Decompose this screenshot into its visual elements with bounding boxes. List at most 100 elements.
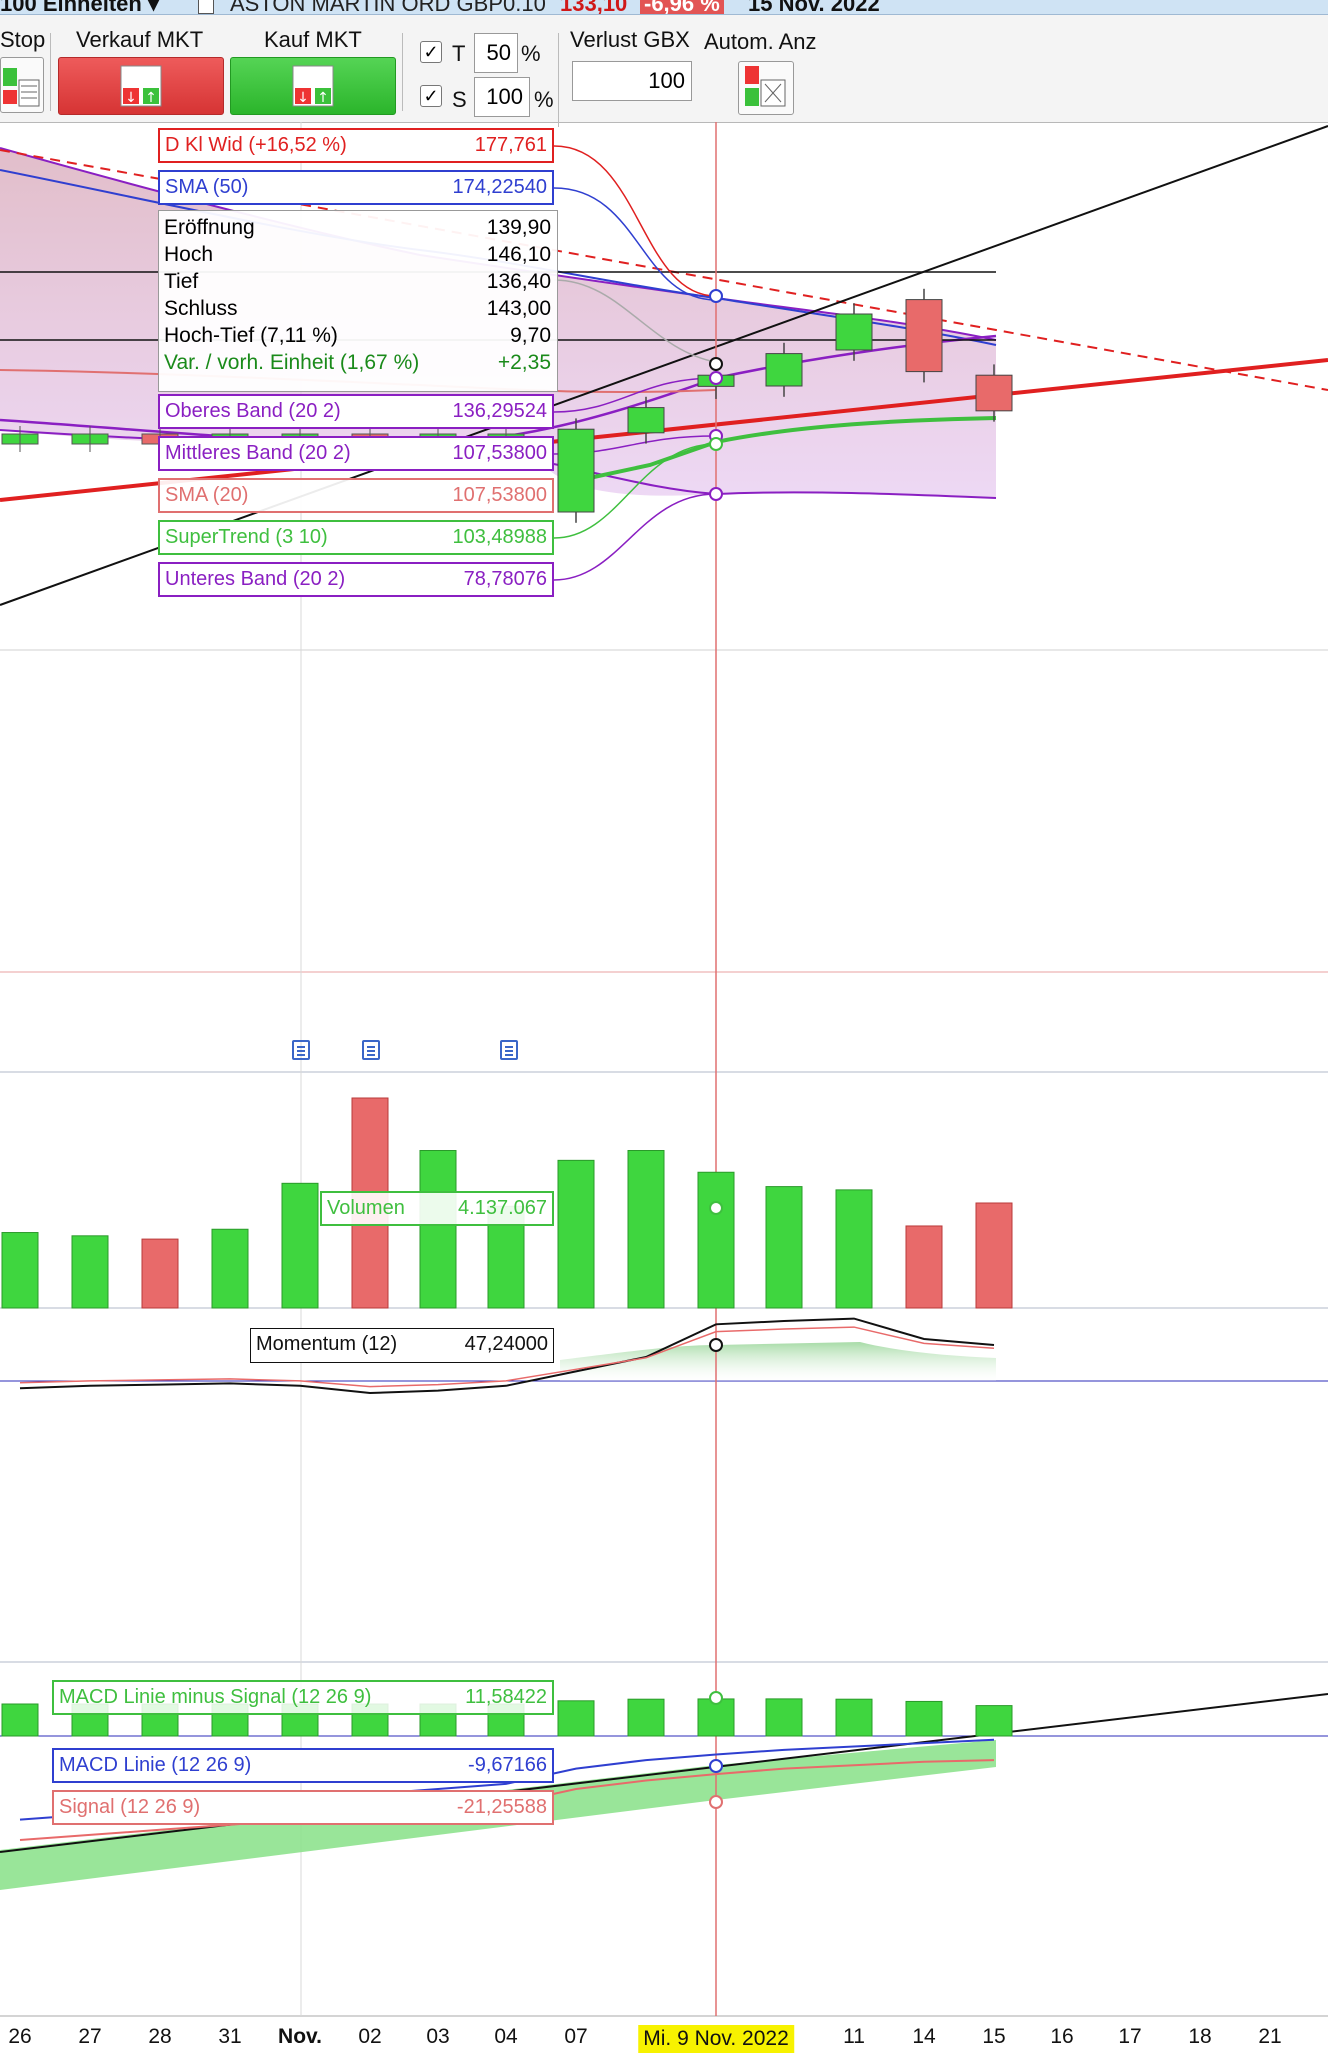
legend-signal-value: -21,25588	[456, 1796, 547, 1818]
legend-upper-value: 136,29524	[452, 400, 547, 422]
legend-signal: Signal (12 26 9) -21,25588	[52, 1790, 554, 1825]
price-candle	[765, 353, 803, 387]
news-multi-note-icon[interactable]	[362, 1040, 380, 1060]
legend-dklwid: D Kl Wid (+16,52 %) 177,761	[158, 128, 554, 163]
legend-sma20-name: SMA (20)	[165, 484, 249, 506]
ohlc-range-label: Hoch-Tief (7,11 %)	[164, 324, 338, 347]
legend-lower-band: Unteres Band (20 2) 78,78076	[158, 562, 554, 597]
crosshair-marker	[709, 1691, 723, 1705]
x-axis-tick-label: 16	[1050, 2025, 1074, 2048]
legend-supertrend-value: 103,48988	[452, 526, 547, 548]
leader-dklwid	[553, 145, 717, 297]
crosshair-marker	[709, 437, 723, 451]
legend-momentum: Momentum (12) 47,24000	[250, 1328, 554, 1363]
legend-macd-line: MACD Linie (12 26 9) -9,67166	[52, 1748, 554, 1783]
ohlc-high-value: 146,10	[486, 243, 551, 266]
legend-dklwid-name: D Kl Wid (+16,52 %)	[165, 134, 347, 156]
volume-bar	[627, 1150, 665, 1309]
crosshair-marker	[709, 289, 723, 303]
volume-bar	[1, 1232, 39, 1309]
ohlc-row-open: Eröffnung 139,90	[164, 216, 551, 243]
volume-bar	[697, 1171, 735, 1309]
x-axis-tick-label: 14	[912, 2025, 936, 2048]
x-axis-tick-label: 26	[8, 2025, 32, 2048]
volume-bar	[71, 1235, 109, 1309]
ohlc-close-label: Schluss	[164, 297, 238, 320]
volume-bar	[905, 1225, 943, 1309]
x-axis-tick-label: 02	[358, 2025, 382, 2048]
legend-macd-line-name: MACD Linie (12 26 9)	[59, 1754, 252, 1776]
ohlc-change-value: +2,35	[497, 351, 551, 374]
crosshair-marker	[709, 357, 723, 371]
ohlc-row-change: Var. / vorh. Einheit (1,67 %) +2,35	[164, 351, 551, 378]
legend-middle-value: 107,53800	[452, 442, 547, 464]
ohlc-row-close: Schluss 143,00	[164, 297, 551, 324]
legend-dklwid-value: 177,761	[474, 134, 547, 156]
legend-supertrend-name: SuperTrend (3 10)	[165, 526, 328, 548]
legend-sma50-value: 174,22540	[452, 176, 547, 198]
ohlc-open-label: Eröffnung	[164, 216, 255, 239]
ohlc-row-low: Tief 136,40	[164, 270, 551, 297]
legend-lower-value: 78,78076	[463, 568, 547, 590]
price-candle	[975, 374, 1013, 412]
x-axis-tick-label: 31	[218, 2025, 242, 2048]
legend-sma50: SMA (50) 174,22540	[158, 170, 554, 205]
macd-hist-bar	[905, 1700, 943, 1737]
volume-bar	[211, 1228, 249, 1309]
ohlc-low-label: Tief	[164, 270, 199, 293]
ohlc-change-label: Var. / vorh. Einheit (1,67 %)	[164, 351, 420, 374]
x-axis-tick-label: 21	[1258, 2025, 1282, 2048]
legend-macd-hist: MACD Linie minus Signal (12 26 9) 11,584…	[52, 1680, 554, 1715]
ohlc-low-value: 136,40	[486, 270, 551, 293]
x-axis-tick-label: 18	[1188, 2025, 1212, 2048]
ohlc-row-range: Hoch-Tief (7,11 %) 9,70	[164, 324, 551, 351]
legend-middle-band: Mittleres Band (20 2) 107,53800	[158, 436, 554, 471]
x-axis-tick-label: 27	[78, 2025, 102, 2048]
ohlc-open-value: 139,90	[486, 216, 551, 239]
legend-macd-line-value: -9,67166	[468, 1754, 547, 1776]
legend-volume-name: Volumen	[327, 1197, 405, 1219]
legend-volume-value: 4.137.067	[458, 1197, 547, 1219]
crosshair-marker	[709, 487, 723, 501]
price-candle	[835, 313, 873, 351]
x-axis-tick-label: 07	[564, 2025, 588, 2048]
crosshair-marker	[709, 1795, 723, 1809]
legend-macd-hist-value: 11,58422	[465, 1686, 547, 1708]
legend-volume: Volumen 4.137.067	[320, 1191, 554, 1226]
volume-bar	[419, 1150, 457, 1309]
news-note-icon[interactable]	[292, 1040, 310, 1060]
volume-bar	[141, 1238, 179, 1309]
legend-momentum-value: 47,24000	[464, 1333, 548, 1355]
ohlc-range-value: 9,70	[510, 324, 551, 347]
volume-bar	[835, 1189, 873, 1309]
price-candle	[905, 299, 943, 373]
ohlc-panel: Eröffnung 139,90 Hoch 146,10 Tief 136,40 Sc…	[158, 210, 558, 392]
ohlc-close-value: 143,00	[486, 297, 551, 320]
crosshair-marker	[709, 1201, 723, 1215]
x-axis-tick-label: Nov.	[278, 2025, 322, 2048]
macd-hist-bar	[627, 1698, 665, 1737]
legend-sma20-value: 107,53800	[452, 484, 547, 506]
crosshair-marker	[709, 371, 723, 385]
macd-hist-bar	[557, 1700, 595, 1737]
macd-hist-bar	[1, 1703, 39, 1737]
macd-hist-bar	[975, 1705, 1013, 1737]
x-axis-tick-label: 03	[426, 2025, 450, 2048]
legend-signal-name: Signal (12 26 9)	[59, 1796, 201, 1818]
crosshair-marker	[709, 1338, 723, 1352]
x-axis-tick-label: 04	[494, 2025, 518, 2048]
legend-lower-name: Unteres Band (20 2)	[165, 568, 346, 590]
news-note-icon[interactable]	[500, 1040, 518, 1060]
legend-upper-band: Oberes Band (20 2) 136,29524	[158, 394, 554, 429]
legend-sma20: SMA (20) 107,53800	[158, 478, 554, 513]
x-axis-tick-label: 17	[1118, 2025, 1142, 2048]
legend-middle-name: Mittleres Band (20 2)	[165, 442, 351, 464]
x-axis-selected-date: Mi. 9 Nov. 2022	[638, 2025, 794, 2053]
macd-hist-bar	[835, 1698, 873, 1737]
ohlc-high-label: Hoch	[164, 243, 214, 266]
legend-upper-name: Oberes Band (20 2)	[165, 400, 341, 422]
legend-supertrend: SuperTrend (3 10) 103,48988	[158, 520, 554, 555]
price-candle	[627, 407, 665, 434]
price-candle	[557, 428, 595, 513]
volume-bar	[281, 1182, 319, 1309]
